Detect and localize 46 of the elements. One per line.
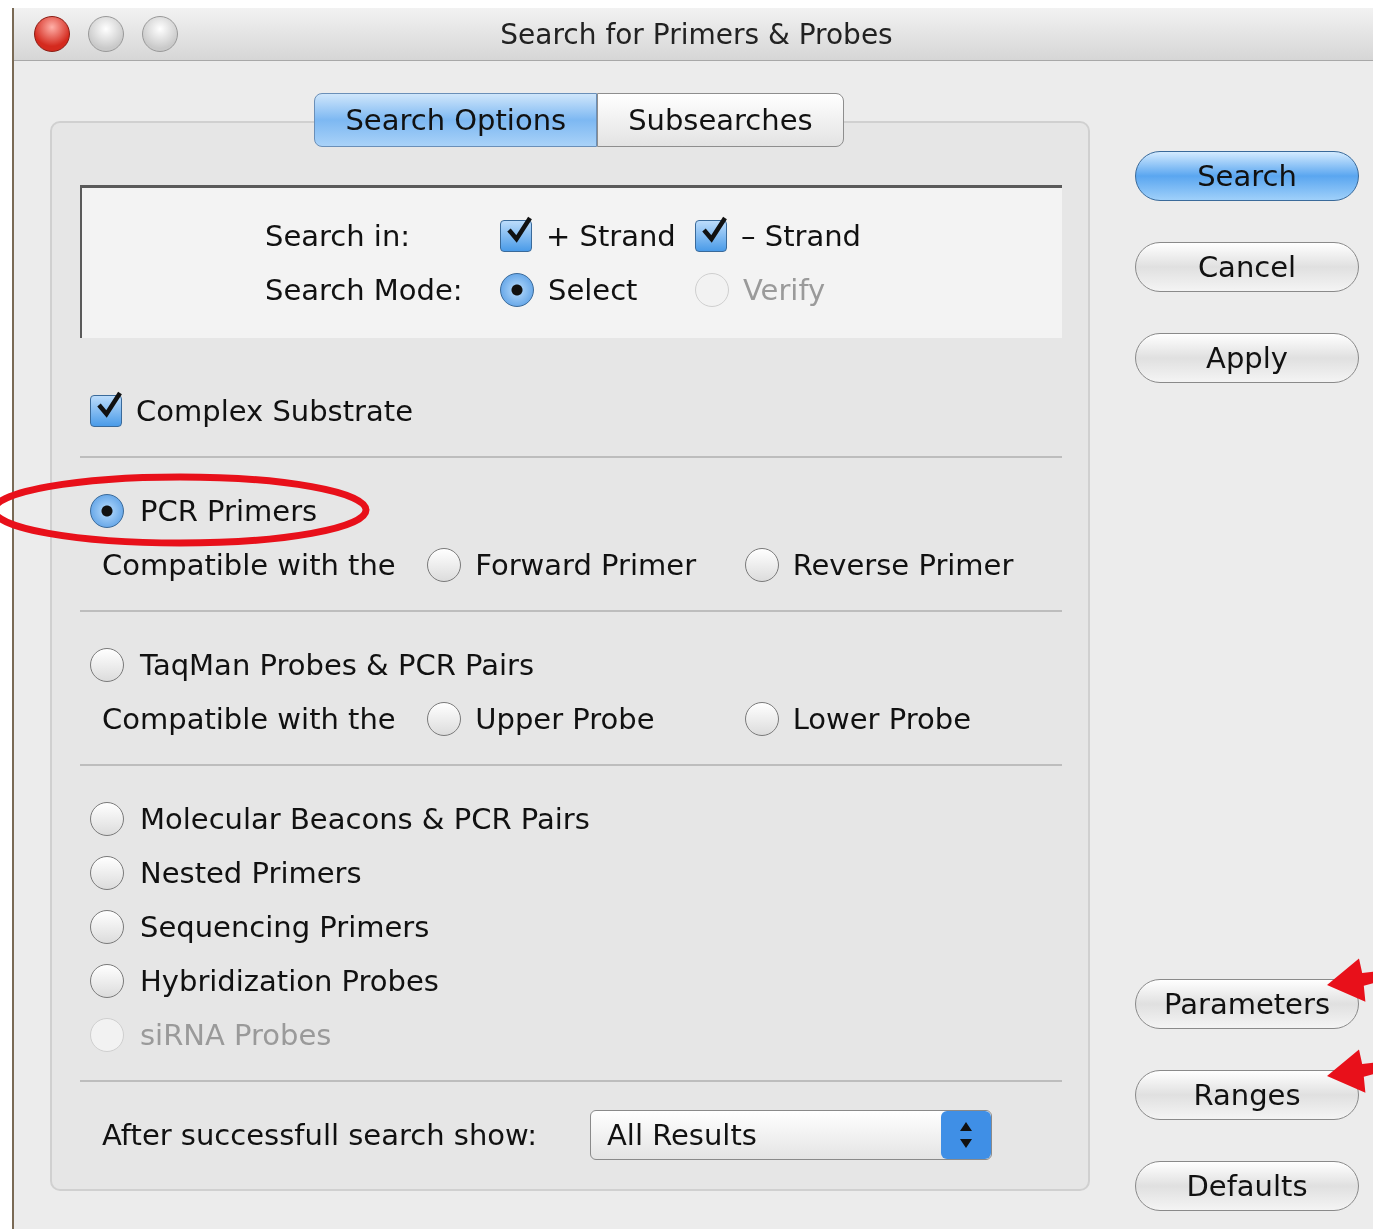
after-search-label: After successfull search show: (101, 1118, 538, 1152)
compatible-label: Compatible with the (102, 702, 397, 736)
radio-button[interactable] (500, 273, 534, 307)
window-title: Search for Primers & Probes (499, 17, 894, 51)
radio-button[interactable] (427, 702, 462, 736)
compatible-label: Compatible with the (102, 548, 397, 582)
radio-button[interactable] (90, 910, 124, 944)
minimize-icon[interactable] (88, 16, 124, 52)
stepper-icon (941, 1111, 991, 1159)
tab[interactable]: Subsearches (597, 93, 844, 147)
results-dropdown[interactable]: All Results (590, 1110, 992, 1160)
zoom-icon[interactable] (142, 16, 178, 52)
radio-button[interactable] (90, 802, 124, 836)
radio-button[interactable] (90, 648, 124, 682)
radio-label: Sequencing Primers (140, 910, 430, 944)
search-in-label: Search in: (265, 218, 412, 255)
radio-label: Select (548, 273, 638, 307)
close-icon[interactable] (34, 16, 70, 52)
checkbox-label: – Strand (741, 219, 861, 253)
checkbox-label: Complex Substrate (136, 394, 413, 428)
radio-label: Reverse Primer (792, 548, 1014, 582)
radio-button[interactable] (90, 856, 124, 890)
radio-button[interactable] (427, 548, 462, 582)
radio-label: Upper Probe (475, 702, 655, 736)
radio-button[interactable] (90, 494, 124, 528)
push-button[interactable]: Ranges (1135, 1070, 1359, 1120)
push-button[interactable]: Apply (1135, 333, 1359, 383)
radio-label: Forward Primer (475, 548, 697, 582)
checkbox-label: + Strand (546, 219, 676, 253)
radio-label: Lower Probe (792, 702, 971, 736)
push-button[interactable]: Defaults (1135, 1161, 1359, 1211)
radio-label: TaqMan Probes & PCR Pairs (140, 648, 535, 682)
radio-button[interactable] (744, 548, 779, 582)
push-button[interactable]: Parameters (1135, 979, 1359, 1029)
radio-label: Verify (743, 273, 826, 307)
radio-label: PCR Primers (140, 494, 318, 528)
radio-button[interactable] (744, 702, 779, 736)
tab[interactable]: Search Options (314, 93, 598, 147)
search-mode-label: Search Mode: (265, 272, 464, 309)
radio-label: Hybridization Probes (140, 964, 439, 998)
radio-label: Molecular Beacons & PCR Pairs (140, 802, 590, 836)
push-button[interactable]: Cancel (1135, 242, 1359, 292)
radio-label: Nested Primers (140, 856, 362, 890)
push-button[interactable]: Search (1135, 151, 1359, 201)
radio-label: siRNA Probes (140, 1018, 332, 1052)
radio-button[interactable] (90, 964, 124, 998)
